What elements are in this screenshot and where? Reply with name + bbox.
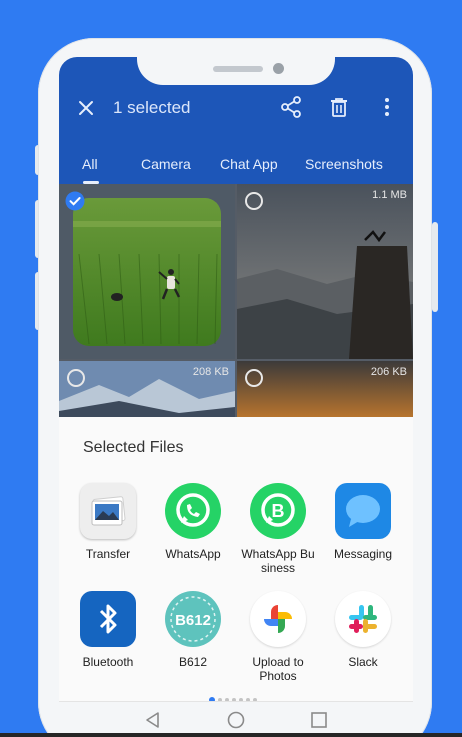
system-nav-bar xyxy=(59,701,413,737)
app-label: Upload to Photos xyxy=(252,655,304,683)
share-sheet-title: Selected Files xyxy=(83,439,184,456)
share-target-bluetooth[interactable]: Bluetooth xyxy=(65,591,151,669)
phone-screen: 1 selected All Camera Chat App Screensho… xyxy=(59,57,413,737)
app-label: WhatsApp Bu siness xyxy=(241,547,315,575)
back-icon[interactable] xyxy=(143,710,163,730)
speaker-grille xyxy=(213,66,263,72)
share-target-transfer[interactable]: Transfer xyxy=(65,483,151,561)
selection-count: 1 selected xyxy=(113,98,191,117)
tab-chat-app[interactable]: Chat App xyxy=(220,156,278,172)
rice-field-photo xyxy=(73,198,221,346)
power-button xyxy=(432,222,438,312)
app-label: B612 xyxy=(178,655,208,669)
home-icon[interactable] xyxy=(226,710,246,730)
slack-icon xyxy=(335,591,391,647)
phone-notch xyxy=(137,57,335,85)
transfer-icon xyxy=(80,483,136,539)
select-checkbox[interactable] xyxy=(245,369,263,387)
tab-all[interactable]: All xyxy=(82,156,98,172)
svg-text:B: B xyxy=(272,501,285,521)
photo-grid: 1.1 MB 208 KB 206 KB xyxy=(59,184,413,417)
share-target-messaging[interactable]: Messaging xyxy=(320,483,406,561)
file-size-label: 208 KB xyxy=(192,366,229,378)
bottom-edge xyxy=(0,733,462,737)
recents-icon[interactable] xyxy=(309,710,329,730)
selected-check-icon xyxy=(65,191,85,211)
google-photos-icon xyxy=(250,591,306,647)
delete-icon[interactable] xyxy=(327,95,351,119)
photo-tile-mountain[interactable]: 208 KB xyxy=(59,361,235,417)
close-icon[interactable] xyxy=(75,97,97,119)
cliff-sunset-photo xyxy=(237,184,413,359)
whatsapp-business-icon: B xyxy=(250,483,306,539)
svg-text:B612: B612 xyxy=(175,612,211,629)
app-label: Slack xyxy=(348,655,378,669)
share-target-whatsapp[interactable]: WhatsApp xyxy=(150,483,236,561)
tab-bar: All Camera Chat App Screenshots xyxy=(59,154,413,184)
page-indicator xyxy=(209,691,260,703)
share-target-slack[interactable]: Slack xyxy=(320,591,406,669)
b612-icon: B612 xyxy=(165,591,221,647)
app-label: Bluetooth xyxy=(82,655,134,669)
share-target-b612[interactable]: B612 B612 xyxy=(150,591,236,669)
app-label: WhatsApp xyxy=(165,547,221,561)
share-target-whatsapp-business[interactable]: B WhatsApp Bu siness xyxy=(235,483,321,575)
select-checkbox[interactable] xyxy=(245,192,263,210)
bluetooth-icon xyxy=(80,591,136,647)
select-checkbox[interactable] xyxy=(67,369,85,387)
front-camera xyxy=(273,63,284,74)
file-size-label: 206 KB xyxy=(370,366,407,378)
share-sheet: Selected Files Transfer WhatsApp B Whats… xyxy=(59,417,413,695)
photo-tile-cliff[interactable]: 1.1 MB xyxy=(237,184,413,359)
more-vert-icon[interactable] xyxy=(375,95,399,119)
messaging-icon xyxy=(335,483,391,539)
tab-screenshots[interactable]: Screenshots xyxy=(305,156,383,172)
whatsapp-icon xyxy=(165,483,221,539)
share-target-google-photos[interactable]: Upload to Photos xyxy=(235,591,321,683)
photo-tile-rice-field[interactable] xyxy=(59,184,235,359)
share-icon[interactable] xyxy=(279,95,303,119)
photo-tile-sunset[interactable]: 206 KB xyxy=(237,361,413,417)
tab-camera[interactable]: Camera xyxy=(141,156,191,172)
app-label: Transfer xyxy=(85,547,131,561)
file-size-label: 1.1 MB xyxy=(372,189,407,201)
app-label: Messaging xyxy=(333,547,393,561)
